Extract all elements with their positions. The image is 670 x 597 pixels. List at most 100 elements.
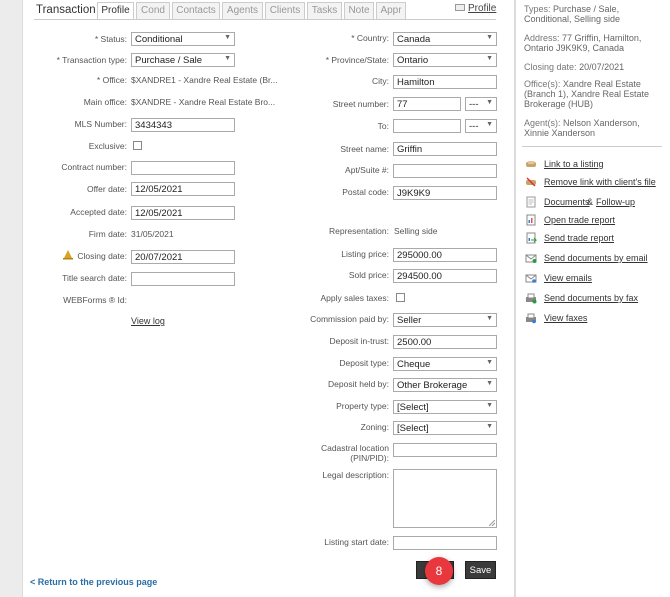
chevron-down-icon: ▼ xyxy=(486,315,493,322)
country-label: * Country: xyxy=(351,33,389,43)
deposit-in-trust-label: Deposit in-trust: xyxy=(329,336,389,346)
email-view-icon xyxy=(525,274,537,283)
tab-cond[interactable]: Cond xyxy=(136,2,170,19)
status-select[interactable]: Conditional ▼ xyxy=(131,32,235,46)
mls-input[interactable]: 3434343 xyxy=(131,118,235,132)
return-previous-link[interactable]: < Return to the previous page xyxy=(30,577,157,587)
main-office-value: $XANDRE - Xandre Real Estate Bro... xyxy=(131,97,276,107)
sold-price-input[interactable]: 294500.00 xyxy=(393,269,497,283)
apply-sales-taxes-label: Apply sales taxes: xyxy=(320,293,389,303)
postal-code-input[interactable]: J9K9K9 xyxy=(393,186,497,200)
office-value: $XANDRE1 - Xandre Real Estate (Br... xyxy=(131,75,278,85)
sold-price-label: Sold price: xyxy=(348,270,389,280)
profile-link[interactable]: Profile xyxy=(468,3,496,14)
title-search-input[interactable] xyxy=(131,272,235,286)
chevron-down-icon: ▼ xyxy=(486,55,493,62)
tab-profile[interactable]: Profile xyxy=(97,2,134,20)
chevron-down-icon: ▼ xyxy=(486,359,493,366)
cadastral-label: Cadastral location xyxy=(320,443,389,453)
tab-agents[interactable]: Agents xyxy=(222,2,263,19)
city-input[interactable]: Hamilton xyxy=(393,75,497,89)
deposit-type-select[interactable]: Cheque ▼ xyxy=(393,357,497,371)
cadastral-input[interactable] xyxy=(393,443,497,457)
tab-divider xyxy=(34,19,496,20)
deposit-held-by-select[interactable]: Other Brokerage ▼ xyxy=(393,378,497,392)
to-suffix-select[interactable]: --- ▼ xyxy=(465,119,497,133)
chevron-down-icon: ▼ xyxy=(486,380,493,387)
contract-number-label: Contract number: xyxy=(61,162,127,172)
listing-start-date-label: Listing start date: xyxy=(324,537,389,547)
info-address: Address: 77 Griffin, Hamilton, Ontario J… xyxy=(524,33,642,53)
followup-link[interactable]: Follow-up xyxy=(596,197,635,207)
sidebar-divider xyxy=(522,146,662,147)
report-icon xyxy=(526,214,536,226)
representation-value: Selling side xyxy=(394,226,438,236)
property-type-label: Property type: xyxy=(336,401,389,411)
info-agents: Agent(s): Nelson Xanderson, Xinnie Xande… xyxy=(524,118,640,138)
handshake-icon xyxy=(526,161,536,167)
info-offices: Office(s): Xandre Real Estate (Branch 1)… xyxy=(524,79,650,109)
resize-handle-icon[interactable] xyxy=(489,520,495,526)
to-input[interactable] xyxy=(393,119,461,133)
accepted-date-label: Accepted date: xyxy=(70,207,127,217)
exclusive-checkbox[interactable] xyxy=(133,141,142,150)
zoning-select[interactable]: [Select] ▼ xyxy=(393,421,497,435)
listing-start-date-input[interactable] xyxy=(393,536,497,550)
tab-appr[interactable]: Appr xyxy=(376,2,406,19)
office-label: * Office: xyxy=(96,75,127,85)
transaction-type-select[interactable]: Purchase / Sale ▼ xyxy=(131,53,235,67)
province-label: * Province/State: xyxy=(325,55,389,65)
representation-label: Representation: xyxy=(328,226,389,236)
listing-price-label: Listing price: xyxy=(341,249,389,259)
legal-description-label: Legal description: xyxy=(322,470,389,480)
property-type-select[interactable]: [Select] ▼ xyxy=(393,400,497,414)
exclusive-label: Exclusive: xyxy=(88,141,127,151)
street-number-suffix-select[interactable]: --- ▼ xyxy=(465,97,497,111)
tab-clients[interactable]: Clients xyxy=(265,2,305,19)
unlink-icon xyxy=(526,177,536,187)
document-icon xyxy=(526,196,536,208)
chevron-down-icon: ▼ xyxy=(486,402,493,409)
deposit-held-by-label: Deposit held by: xyxy=(328,379,389,389)
contract-number-input[interactable] xyxy=(131,161,235,175)
closing-date-input[interactable]: 20/07/2021 xyxy=(131,250,235,264)
status-label: * Status: xyxy=(94,34,127,44)
street-name-input[interactable]: Griffin xyxy=(393,142,497,156)
firm-date-value: 31/05/2021 xyxy=(131,229,174,239)
save-button[interactable]: Save xyxy=(465,561,496,579)
offer-date-input[interactable]: 12/05/2021 xyxy=(131,182,235,196)
email-send-icon xyxy=(525,254,537,263)
closing-date-label: Closing date: xyxy=(77,251,127,261)
send-report-icon xyxy=(526,232,537,244)
info-closing-date: Closing date: 20/07/2021 xyxy=(524,62,625,72)
fax-send-icon xyxy=(526,293,537,304)
country-select[interactable]: Canada ▼ xyxy=(393,32,497,46)
tab-contacts[interactable]: Contacts xyxy=(172,2,220,19)
step-badge: 8 xyxy=(425,557,453,585)
chevron-down-icon: ▼ xyxy=(486,34,493,41)
tab-note[interactable]: Note xyxy=(344,2,374,19)
apt-suite-input[interactable] xyxy=(393,164,497,178)
documents-link[interactable]: Documents xyxy=(544,197,590,207)
mls-label: MLS Number: xyxy=(74,119,127,129)
deposit-type-label: Deposit type: xyxy=(339,358,389,368)
deposit-in-trust-input[interactable]: 2500.00 xyxy=(393,335,497,349)
info-types: Types: Purchase / Sale, Conditional, Sel… xyxy=(524,4,621,24)
listing-price-input[interactable]: 295000.00 xyxy=(393,248,497,262)
profile-card-icon[interactable] xyxy=(455,4,465,11)
province-select[interactable]: Ontario ▼ xyxy=(393,53,497,67)
documents-and: & xyxy=(587,197,594,207)
page-title: Transaction xyxy=(36,4,96,16)
accepted-date-input[interactable]: 12/05/2021 xyxy=(131,206,235,220)
city-label: City: xyxy=(372,76,389,86)
street-number-input[interactable]: 77 xyxy=(393,97,461,111)
main-office-label: Main office: xyxy=(83,97,127,107)
cadastral-label-sub: (PIN/PID): xyxy=(350,453,389,463)
legal-description-textarea[interactable] xyxy=(393,469,497,528)
tab-tasks[interactable]: Tasks xyxy=(307,2,342,19)
chevron-down-icon: ▼ xyxy=(486,99,493,106)
apply-sales-taxes-checkbox[interactable] xyxy=(396,293,405,302)
street-number-label: Street number: xyxy=(332,99,389,109)
view-log-link[interactable]: View log xyxy=(131,316,165,326)
commission-paid-select[interactable]: Seller ▼ xyxy=(393,313,497,327)
